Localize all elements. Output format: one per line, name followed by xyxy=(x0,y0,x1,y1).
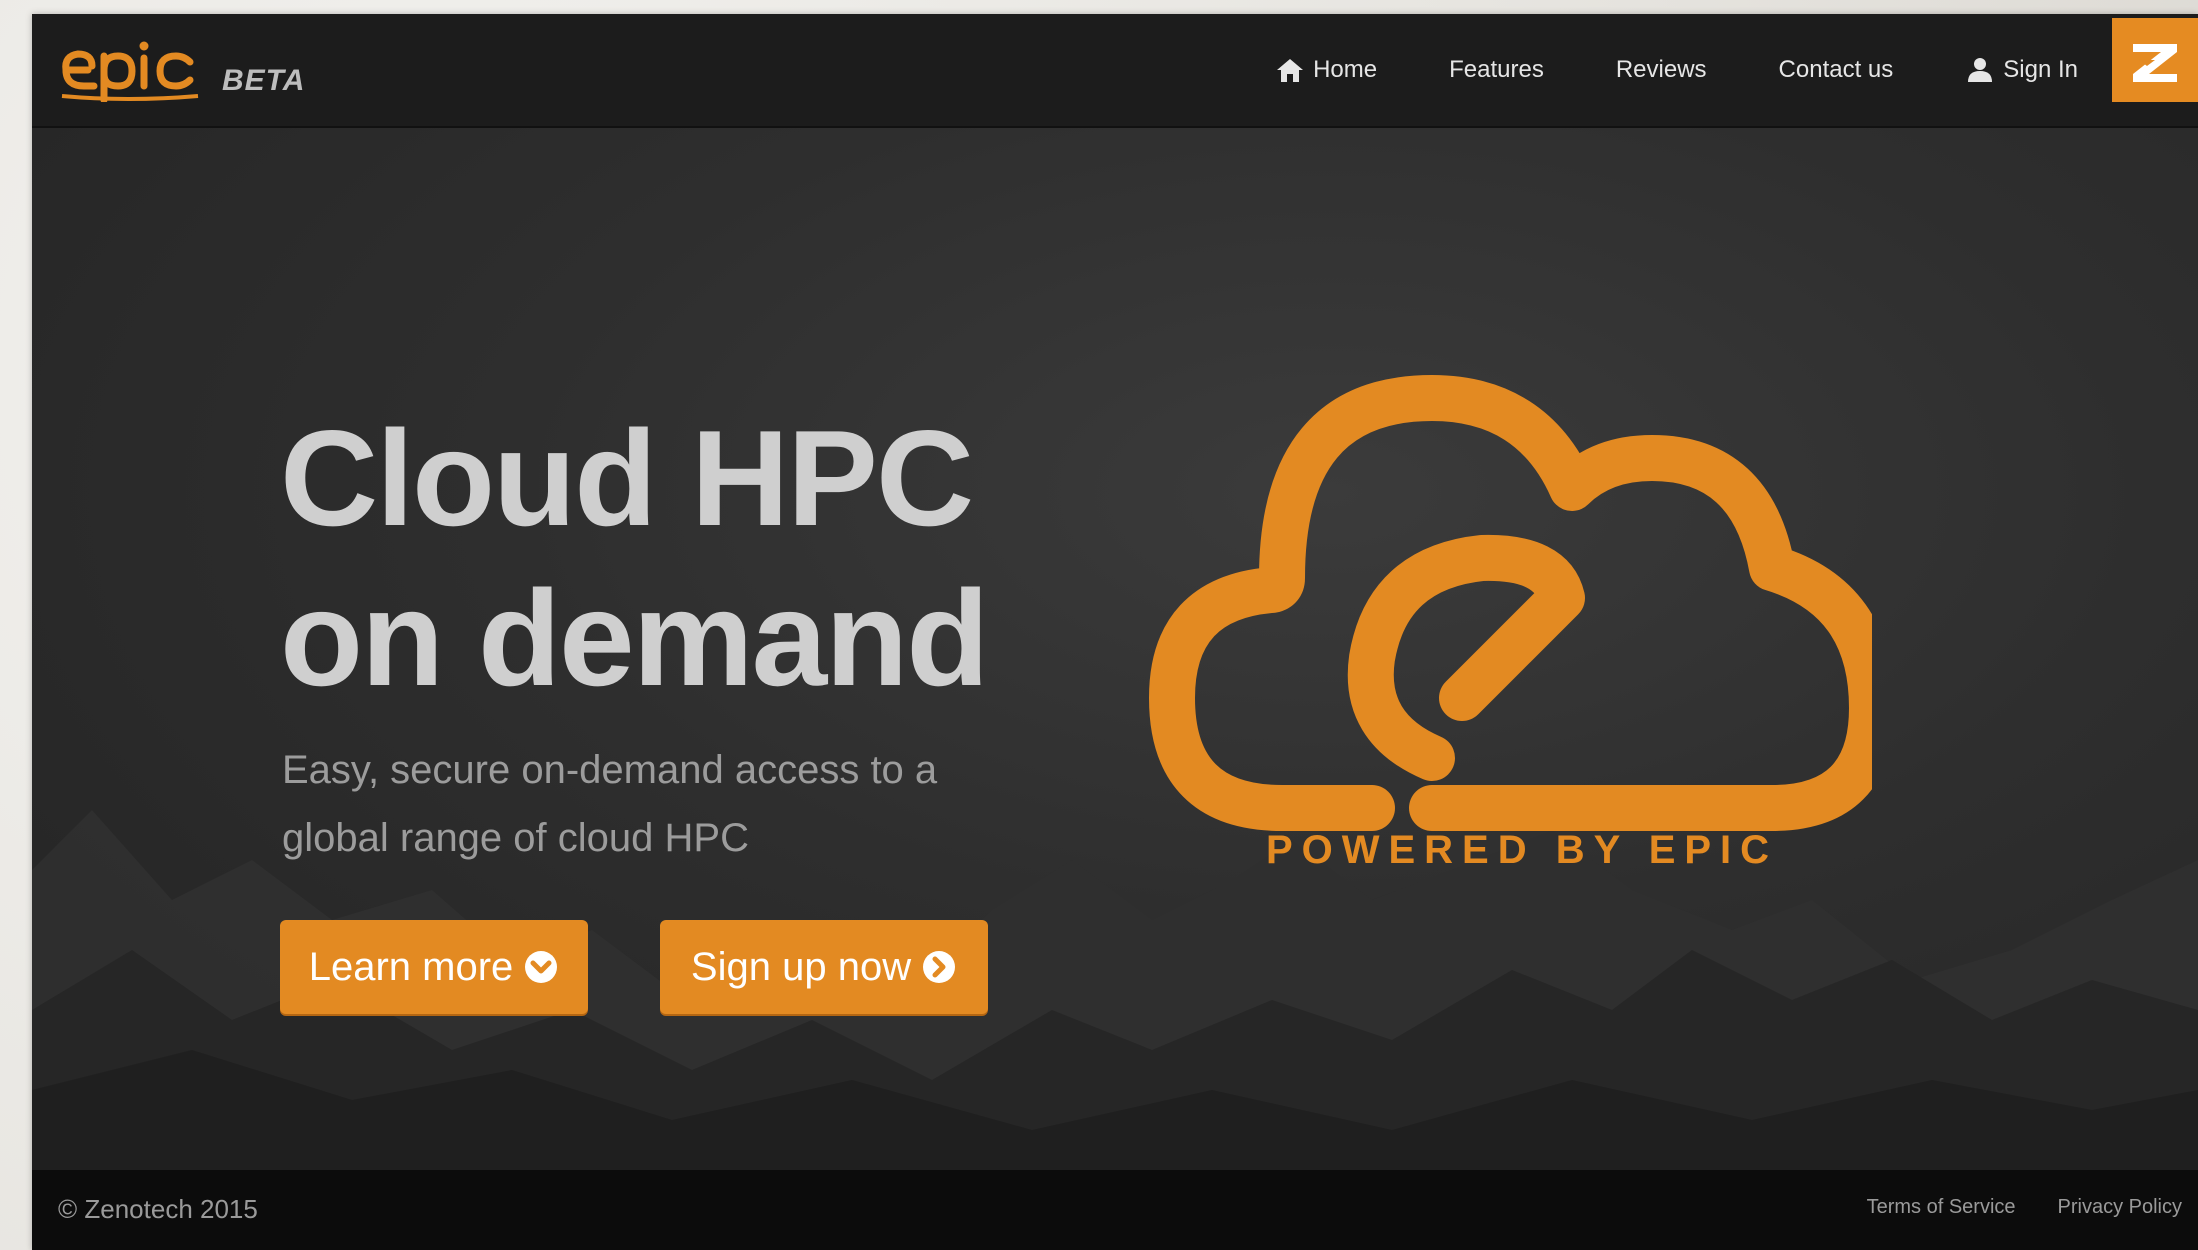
nav-item-sign-in[interactable]: Sign In xyxy=(1965,56,2078,84)
home-icon xyxy=(1277,59,1304,82)
nav-item-label: Home xyxy=(1313,56,1378,83)
hero-section: Cloud HPC on demand Easy, secure on-dema… xyxy=(32,128,2198,1170)
nav-item-home[interactable]: Home xyxy=(1275,56,1377,84)
nav-item-label: Sign In xyxy=(2003,56,2078,83)
epic-logo-icon xyxy=(61,41,199,102)
nav-item-features[interactable]: Features xyxy=(1449,56,1544,84)
hero-subtitle-line: global range of cloud HPC xyxy=(282,816,749,860)
zenotech-logo[interactable] xyxy=(2112,18,2198,102)
nav-item-label: Contact us xyxy=(1778,56,1894,83)
zenotech-logo-icon xyxy=(2133,44,2177,82)
nav-item-reviews[interactable]: Reviews xyxy=(1616,56,1707,84)
footer: © Zenotech 2015 Terms of Service Privacy… xyxy=(32,1170,2198,1250)
nav-item-contact[interactable]: Contact us xyxy=(1779,56,1894,84)
hero-title-line: on demand xyxy=(280,562,989,714)
chevron-circle-right-icon xyxy=(923,951,956,983)
footer-links: Terms of Service Privacy Policy xyxy=(1867,1196,2182,1219)
epic-cloud-logo-icon xyxy=(1149,375,1872,831)
hero-subtitle-line: Easy, secure on-demand access to a xyxy=(282,748,938,792)
website-viewport: BETA Home Features Reviews Contact us Si… xyxy=(32,14,2198,1250)
top-navbar: BETA Home Features Reviews Contact us Si… xyxy=(32,14,2198,128)
terms-of-service-link[interactable]: Terms of Service xyxy=(1867,1196,2016,1219)
hero-title: Cloud HPC on demand xyxy=(280,398,1180,718)
powered-by-label: POWERED BY EPIC xyxy=(1265,828,1779,872)
beta-label: BETA xyxy=(222,64,306,97)
nav-item-label: Reviews xyxy=(1615,56,1707,83)
hero-title-line: Cloud HPC xyxy=(280,402,974,554)
brand-logo[interactable]: BETA xyxy=(58,32,305,102)
learn-more-label: Learn more xyxy=(308,944,514,989)
hero-subtitle: Easy, secure on-demand access to a globa… xyxy=(282,736,1042,872)
sign-up-label: Sign up now xyxy=(690,944,912,989)
nav-item-label: Features xyxy=(1449,56,1544,83)
privacy-policy-link[interactable]: Privacy Policy xyxy=(2058,1196,2182,1219)
sign-up-button[interactable]: Sign up now xyxy=(660,920,988,1014)
chevron-circle-down-icon xyxy=(525,951,558,983)
learn-more-button[interactable]: Learn more xyxy=(280,920,588,1014)
copyright-text: © Zenotech 2015 xyxy=(58,1194,258,1224)
main-nav: Home Features Reviews Contact us Sign In xyxy=(1275,14,2078,126)
user-icon xyxy=(1968,58,1993,82)
